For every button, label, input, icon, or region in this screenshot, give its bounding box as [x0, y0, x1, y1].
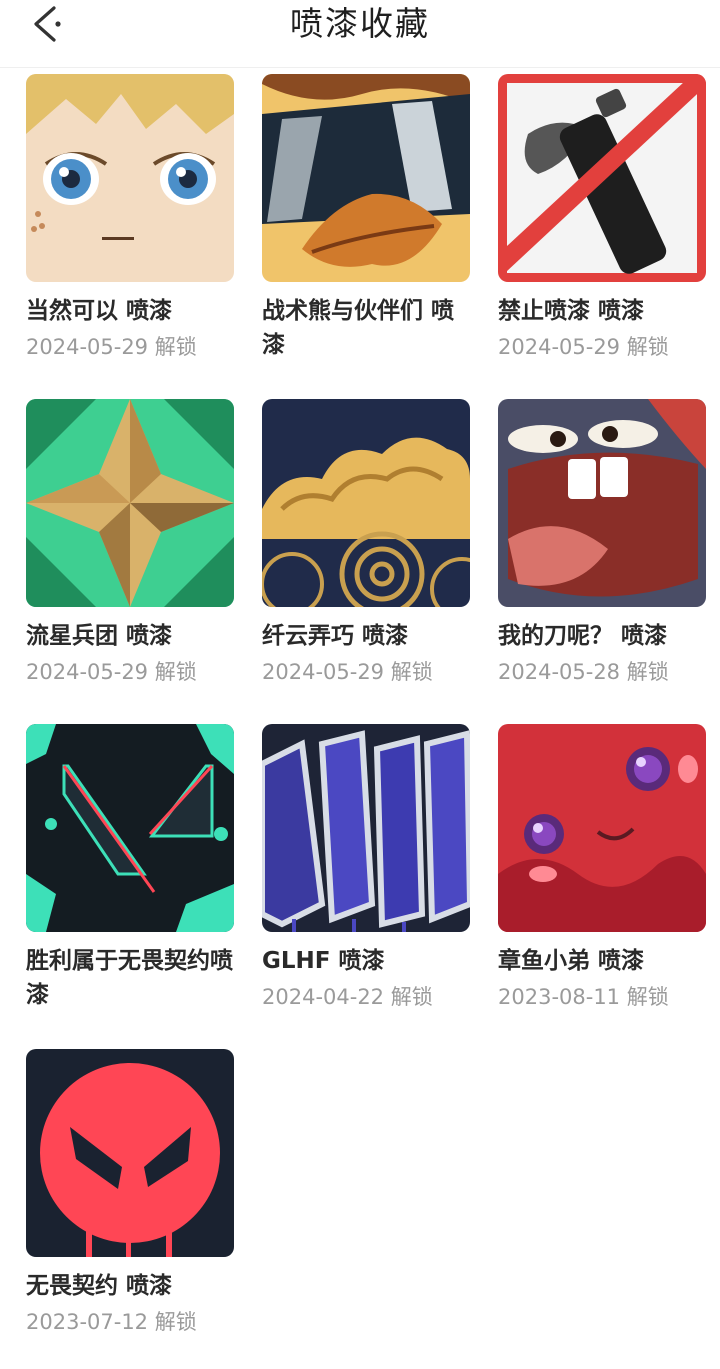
spray-name: 章鱼小弟 喷漆 [498, 948, 645, 974]
spray-thumbnail[interactable] [26, 1049, 234, 1257]
spray-thumbnail[interactable] [26, 399, 234, 607]
spray-card[interactable]: 当然可以 喷漆 2024-05-29 解锁 [26, 74, 236, 364]
unlock-date: 2024-05-29 解锁 [262, 660, 433, 684]
spray-thumbnail[interactable] [498, 724, 706, 932]
spray-card[interactable]: 战术熊与伙伴们 喷漆 [262, 74, 472, 364]
spray-name: 当然可以 喷漆 [26, 298, 173, 324]
spray-thumbnail[interactable] [262, 399, 470, 607]
unlock-date: 2024-05-29 解锁 [26, 335, 197, 359]
spray-card[interactable]: 无畏契约 喷漆 2023-07-12 解锁 [26, 1049, 236, 1339]
spray-name: 纤云弄巧 喷漆 [262, 623, 409, 649]
spray-name: 胜利属于无畏契约喷漆 [26, 948, 233, 1008]
unlock-date: 2024-05-28 解锁 [498, 660, 669, 684]
spray-thumbnail[interactable] [26, 724, 234, 932]
spray-card[interactable]: GLHF 喷漆 2024-04-22 解锁 [262, 724, 472, 1014]
spray-name: 无畏契约 喷漆 [26, 1273, 173, 1299]
spray-card[interactable]: 禁止喷漆 喷漆 2024-05-29 解锁 [498, 74, 708, 364]
spray-name: 流星兵团 喷漆 [26, 623, 173, 649]
spray-card[interactable]: 胜利属于无畏契约喷漆 [26, 724, 236, 1014]
spray-thumbnail[interactable] [498, 399, 706, 607]
top-bar: 喷漆收藏 [0, 0, 720, 68]
spray-thumbnail[interactable] [262, 724, 470, 932]
spray-name: GLHF 喷漆 [262, 948, 385, 974]
unlock-date: 2024-05-29 解锁 [26, 660, 197, 684]
spray-name: 禁止喷漆 喷漆 [498, 298, 645, 324]
unlock-date: 2023-08-11 解锁 [498, 985, 669, 1009]
spray-thumbnail[interactable] [262, 74, 470, 282]
unlock-date: 2023-07-12 解锁 [26, 1310, 197, 1334]
spray-name: 我的刀呢？ 喷漆 [498, 623, 668, 649]
spray-name: 战术熊与伙伴们 喷漆 [262, 298, 455, 358]
spray-card[interactable]: 纤云弄巧 喷漆 2024-05-29 解锁 [262, 399, 472, 689]
spray-card[interactable]: 我的刀呢？ 喷漆 2024-05-28 解锁 [498, 399, 708, 689]
spray-card[interactable]: 章鱼小弟 喷漆 2023-08-11 解锁 [498, 724, 708, 1014]
spray-thumbnail[interactable] [498, 74, 706, 282]
page-title: 喷漆收藏 [290, 4, 430, 43]
unlock-date: 2024-04-22 解锁 [262, 985, 433, 1009]
spray-card[interactable]: 流星兵团 喷漆 2024-05-29 解锁 [26, 399, 236, 689]
spray-thumbnail[interactable] [26, 74, 234, 282]
unlock-date: 2024-05-29 解锁 [498, 335, 669, 359]
